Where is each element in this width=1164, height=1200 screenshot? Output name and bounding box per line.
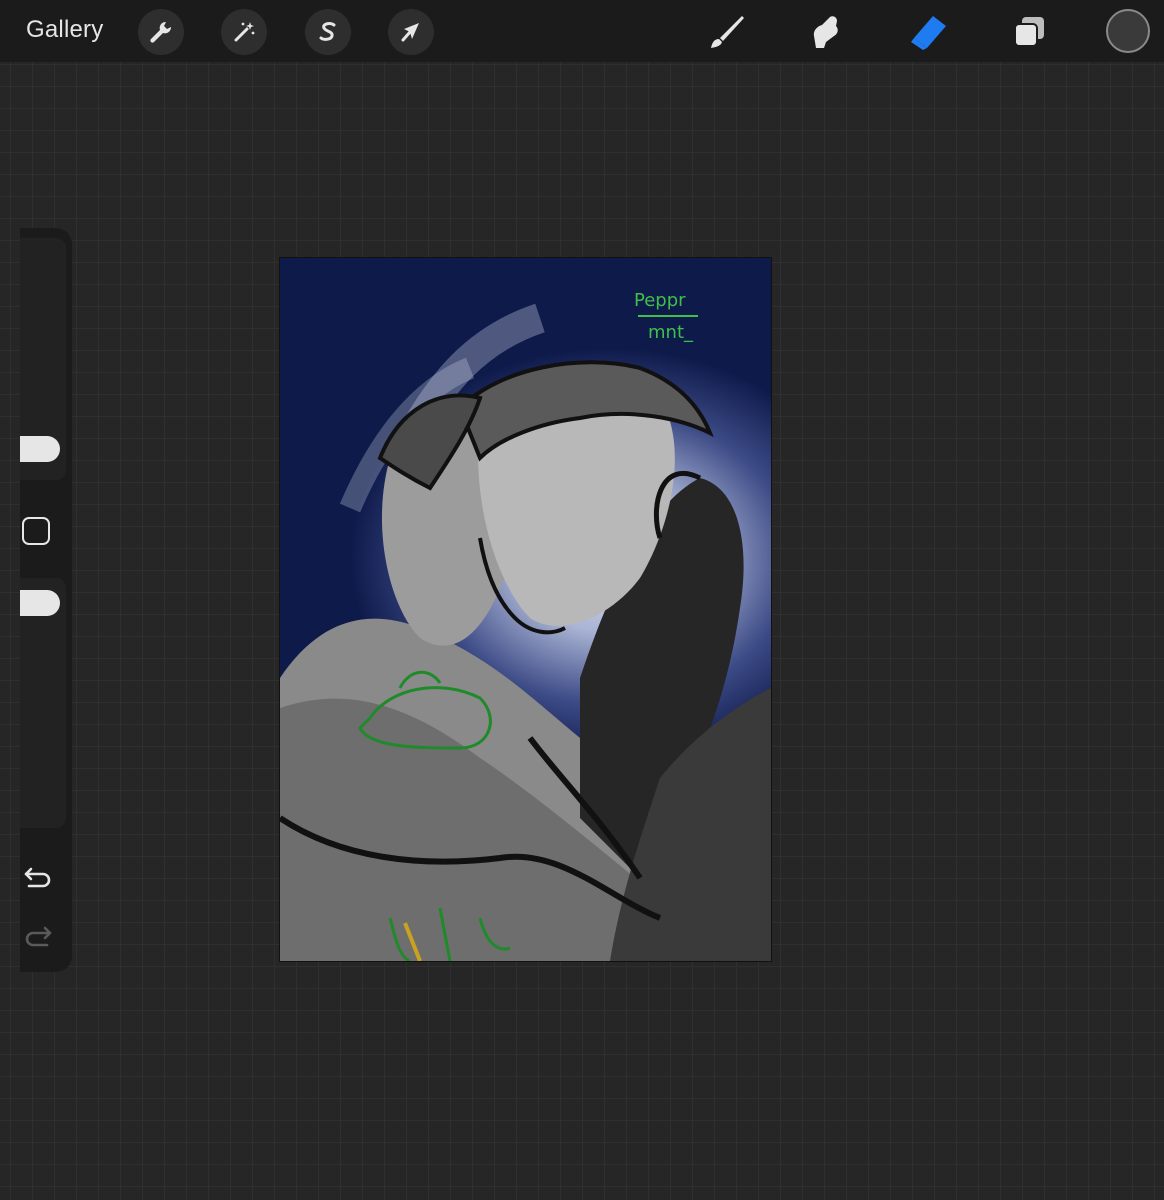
layers-button[interactable] bbox=[1006, 9, 1052, 55]
opacity-thumb[interactable] bbox=[20, 590, 60, 616]
brush-size-thumb[interactable] bbox=[20, 436, 60, 462]
selection-button[interactable] bbox=[305, 9, 351, 55]
eraser-icon bbox=[911, 16, 946, 50]
adjustments-button[interactable] bbox=[221, 9, 267, 55]
color-picker-button[interactable] bbox=[1106, 9, 1150, 53]
magic-wand-icon bbox=[234, 22, 255, 42]
eraser-button[interactable] bbox=[905, 9, 951, 55]
actions-button[interactable] bbox=[138, 9, 184, 55]
modify-button[interactable] bbox=[22, 517, 50, 545]
signature-line-2: mnt_ bbox=[648, 322, 694, 343]
left-sidebar bbox=[20, 228, 72, 972]
brush-button[interactable] bbox=[703, 9, 749, 55]
drawing-canvas[interactable]: Peppr mnt_ bbox=[280, 258, 771, 961]
sketch-artwork bbox=[280, 303, 771, 961]
transform-button[interactable] bbox=[388, 9, 434, 55]
wrench-icon bbox=[150, 21, 172, 43]
selection-s-icon bbox=[319, 22, 336, 41]
undo-icon bbox=[24, 867, 51, 888]
opacity-slider[interactable] bbox=[20, 578, 66, 828]
redo-button[interactable] bbox=[22, 922, 54, 950]
brush-size-slider[interactable] bbox=[20, 238, 66, 480]
undo-button[interactable] bbox=[22, 863, 54, 891]
redo-icon bbox=[25, 926, 52, 947]
smudge-icon bbox=[813, 16, 838, 48]
layers-icon bbox=[1014, 17, 1044, 47]
gallery-button[interactable]: Gallery bbox=[26, 16, 103, 44]
transform-arrow-icon bbox=[401, 23, 419, 42]
artist-signature: Peppr mnt_ bbox=[634, 290, 698, 343]
signature-line-1: Peppr bbox=[634, 290, 686, 311]
top-toolbar: Gallery bbox=[0, 0, 1164, 62]
brush-icon bbox=[711, 16, 744, 48]
smudge-button[interactable] bbox=[803, 9, 849, 55]
